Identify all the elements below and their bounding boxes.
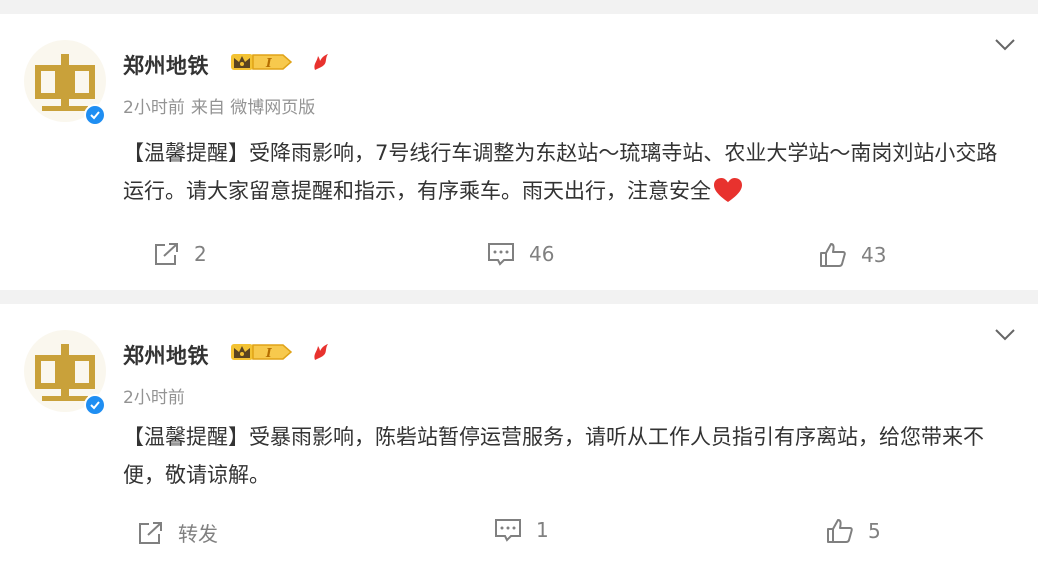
repost-count: 2 bbox=[194, 242, 207, 266]
heart-icon bbox=[714, 178, 742, 202]
post-time[interactable]: 2小时前 bbox=[123, 98, 185, 118]
svg-text:I: I bbox=[265, 56, 272, 70]
chevron-down-icon[interactable] bbox=[994, 38, 1016, 52]
comment-button[interactable]: 1 bbox=[494, 518, 549, 542]
comment-button[interactable]: 46 bbox=[487, 242, 554, 266]
repost-icon bbox=[139, 521, 162, 544]
post-card: 郑州地铁 I 2小时前 【温馨提醒】受暴雨影响，陈砦站暂停运营服务，请听从工作人… bbox=[0, 304, 1038, 564]
like-count: 5 bbox=[868, 519, 881, 543]
post-time[interactable]: 2小时前 bbox=[123, 388, 185, 408]
post-meta: 2小时前 来自 微博网页版 bbox=[123, 93, 321, 118]
post-content: 【温馨提醒】受降雨影响，7号线行车调整为东赵站～琉璃寺站、农业大学站～南岗刘站小… bbox=[123, 134, 1013, 210]
comment-count: 1 bbox=[536, 518, 549, 542]
crown-badge-icon[interactable]: I bbox=[231, 340, 293, 364]
author-name[interactable]: 郑州地铁 bbox=[123, 340, 209, 370]
flame-icon bbox=[314, 344, 328, 360]
post-card: 郑州地铁 I 2小时前 来自 微博网页版 【温馨提醒】受降雨影响，7号线行车调整为… bbox=[0, 14, 1038, 290]
comment-icon bbox=[495, 519, 521, 542]
like-icon bbox=[820, 243, 846, 267]
comment-icon bbox=[488, 243, 514, 266]
repost-button[interactable]: 转发 bbox=[138, 518, 218, 547]
like-count: 43 bbox=[861, 243, 887, 267]
verified-icon bbox=[84, 104, 106, 126]
post-content: 【温馨提醒】受暴雨影响，陈砦站暂停运营服务，请听从工作人员指引有序离站，给您带来… bbox=[123, 418, 1013, 494]
like-button[interactable]: 5 bbox=[826, 518, 881, 544]
verified-icon bbox=[84, 394, 106, 416]
author-name[interactable]: 郑州地铁 bbox=[123, 50, 209, 80]
like-icon bbox=[827, 519, 853, 543]
repost-button[interactable]: 2 bbox=[154, 242, 207, 266]
post-source: 来自 微博网页版 bbox=[190, 98, 316, 118]
post-text: 【温馨提醒】受降雨影响，7号线行车调整为东赵站～琉璃寺站、农业大学站～南岗刘站小… bbox=[123, 141, 998, 203]
crown-badge-icon[interactable]: I bbox=[231, 50, 293, 74]
post-text: 【温馨提醒】受暴雨影响，陈砦站暂停运营服务，请听从工作人员指引有序离站，给您带来… bbox=[123, 425, 984, 487]
flame-icon bbox=[314, 54, 328, 70]
repost-label: 转发 bbox=[178, 522, 218, 546]
post-meta: 2小时前 bbox=[123, 383, 191, 408]
like-button[interactable]: 43 bbox=[819, 242, 886, 268]
repost-icon bbox=[155, 243, 178, 265]
svg-text:I: I bbox=[265, 346, 272, 360]
comment-count: 46 bbox=[529, 242, 555, 266]
chevron-down-icon[interactable] bbox=[994, 328, 1016, 342]
